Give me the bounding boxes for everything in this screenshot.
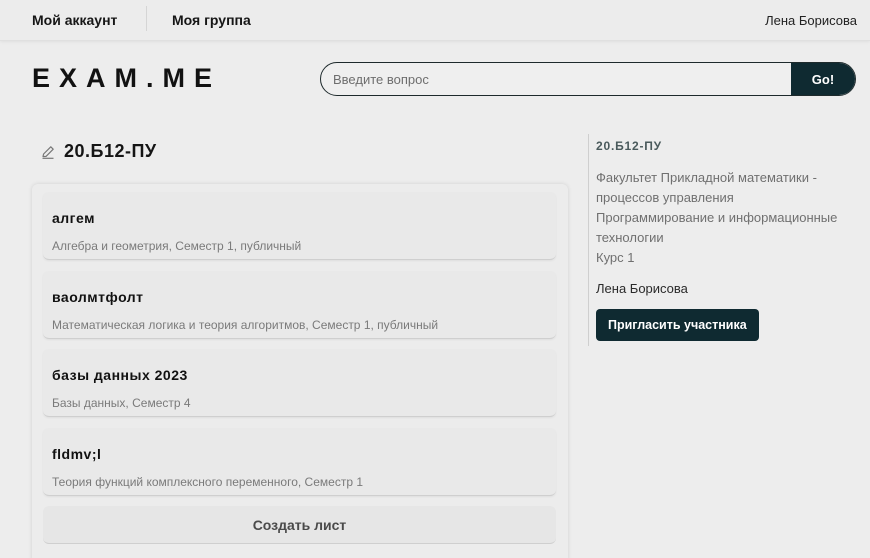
list-item[interactable]: fldmv;l Теория функций комплексного пере… bbox=[43, 428, 556, 496]
nav-my-group-link[interactable]: Моя группа bbox=[172, 12, 251, 28]
search-input[interactable] bbox=[321, 63, 791, 95]
search-go-button[interactable]: Go! bbox=[791, 63, 855, 95]
nav-divider bbox=[146, 6, 147, 31]
nav-my-account-link[interactable]: Мой аккаунт bbox=[32, 12, 117, 28]
search-bar: Go! bbox=[320, 62, 856, 96]
logo[interactable]: EXAM.ME bbox=[32, 63, 221, 94]
user-name-link[interactable]: Лена Борисова bbox=[765, 13, 857, 28]
lists-panel: алгем Алгебра и геометрия, Семестр 1, пу… bbox=[32, 184, 568, 558]
list-item-title: алгем bbox=[52, 210, 95, 226]
group-course: Курс 1 bbox=[596, 250, 635, 265]
list-item-title: ваолмтфолт bbox=[52, 289, 144, 305]
list-item-description: Математическая логика и теория алгоритмо… bbox=[52, 318, 439, 332]
group-info-panel: 20.Б12-ПУ Факультет Прикладной математик… bbox=[588, 134, 858, 346]
invite-member-button[interactable]: Пригласить участника bbox=[596, 309, 759, 341]
group-owner: Лена Борисова bbox=[596, 281, 688, 296]
list-item-description: Базы данных, Семестр 4 bbox=[52, 396, 191, 410]
list-item-title: fldmv;l bbox=[52, 446, 102, 462]
list-item[interactable]: алгем Алгебра и геометрия, Семестр 1, пу… bbox=[43, 192, 556, 260]
list-item-title: базы данных 2023 bbox=[52, 367, 188, 383]
group-faculty: Факультет Прикладной математики - процес… bbox=[596, 170, 817, 205]
group-description: Факультет Прикладной математики - процес… bbox=[596, 168, 858, 268]
list-item-description: Теория функций комплексного переменного,… bbox=[52, 475, 363, 489]
side-group-title: 20.Б12-ПУ bbox=[596, 139, 662, 153]
create-list-button[interactable]: Создать лист bbox=[43, 506, 556, 544]
pencil-icon[interactable] bbox=[40, 144, 56, 160]
list-item[interactable]: базы данных 2023 Базы данных, Семестр 4 bbox=[43, 349, 556, 417]
group-title: 20.Б12-ПУ bbox=[64, 141, 157, 161]
group-heading: 20.Б12-ПУ bbox=[40, 141, 157, 162]
list-item[interactable]: ваолмтфолт Математическая логика и теори… bbox=[43, 271, 556, 339]
list-item-description: Алгебра и геометрия, Семестр 1, публичны… bbox=[52, 239, 302, 253]
top-navigation-bar: Мой аккаунт Моя группа Лена Борисова bbox=[0, 0, 870, 41]
group-program: Программирование и информационные технол… bbox=[596, 210, 838, 245]
